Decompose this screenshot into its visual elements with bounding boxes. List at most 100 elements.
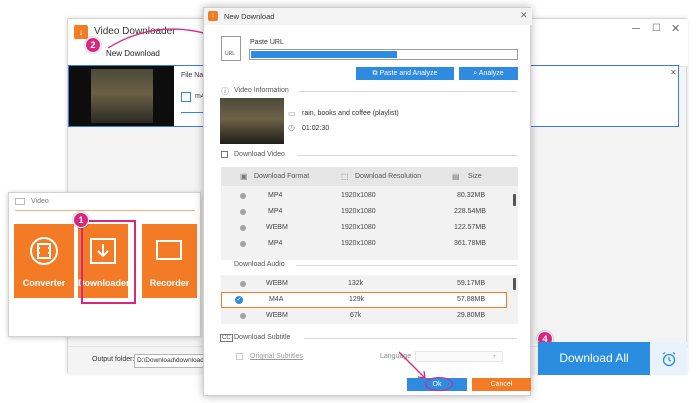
dialog-titlebar: ↓ New Download ✕ bbox=[204, 8, 532, 25]
file-type-icon bbox=[181, 92, 191, 102]
analyze-label: Analyze bbox=[478, 70, 504, 77]
row-bitrate: 129k bbox=[349, 296, 365, 303]
row-radio[interactable] bbox=[240, 193, 246, 199]
minimize-icon[interactable]: ─ bbox=[632, 23, 640, 35]
maximize-icon[interactable]: ☐ bbox=[652, 23, 661, 34]
format-header: Download Format bbox=[254, 173, 310, 180]
video-section-icon bbox=[15, 198, 25, 205]
audio-row[interactable]: WEBM 67k 29.80MB bbox=[221, 308, 511, 324]
cc-icon: CC bbox=[220, 334, 233, 342]
size-header: Size bbox=[468, 173, 482, 180]
row-format: WEBM bbox=[266, 312, 288, 319]
dialog-logo-icon: ↓ bbox=[208, 11, 218, 21]
screenshot-stage: ↓ Video Downloader ─ ☐ ✕ New Download Fi… bbox=[0, 0, 700, 403]
screen-record-icon bbox=[156, 240, 182, 260]
close-icon[interactable]: ✕ bbox=[671, 22, 680, 35]
url-input[interactable] bbox=[249, 49, 518, 60]
audio-row[interactable]: WEBM 132k 59.17MB bbox=[221, 276, 511, 292]
row-format: WEBM bbox=[266, 224, 288, 231]
audio-format-table: WEBM 132k 59.17MB ✓ M4A 129k 57.88MB WEB… bbox=[221, 275, 518, 324]
selected-check-icon[interactable]: ✓ bbox=[235, 296, 243, 304]
clock-icon: ◷ bbox=[288, 123, 295, 132]
app-logo-icon: ↓ bbox=[74, 25, 88, 39]
paste-analyze-label: Paste and Analyze bbox=[379, 70, 438, 77]
original-subtitles-label: Original Subtitles bbox=[250, 353, 303, 360]
new-download-dialog: ↓ New Download ✕ URL Paste URL ⧉ Paste a… bbox=[203, 7, 532, 396]
video-info-divider bbox=[299, 91, 517, 92]
row-size: 29.80MB bbox=[457, 312, 486, 319]
step-badge-1: 1 bbox=[73, 212, 89, 228]
download-video-icon bbox=[221, 151, 228, 158]
row-format: MP4 bbox=[268, 192, 283, 199]
url-icon-text: URL bbox=[225, 51, 236, 57]
row-format: M4A bbox=[269, 296, 284, 303]
cancel-button[interactable]: Cancel bbox=[472, 378, 531, 391]
arrow-to-ok bbox=[398, 351, 426, 379]
video-row[interactable]: MP4 1920x1080 361.78MB bbox=[221, 236, 511, 252]
row-size: 80.32MB bbox=[457, 192, 486, 199]
video-table-scrollbar[interactable] bbox=[513, 194, 516, 206]
video-row[interactable]: MP4 1920x1080 228.54MB bbox=[221, 204, 511, 220]
row-bitrate: 67k bbox=[350, 312, 362, 319]
remove-task-icon[interactable]: ✕ bbox=[670, 68, 677, 77]
converter-tile[interactable]: Converter bbox=[14, 224, 74, 298]
row-radio[interactable] bbox=[240, 209, 246, 215]
video-section-divider bbox=[15, 210, 195, 211]
video-section-label: Video bbox=[31, 198, 49, 205]
row-resolution: 1920x1080 bbox=[341, 192, 376, 199]
download-audio-heading: Download Audio bbox=[234, 261, 285, 268]
row-resolution: 1920x1080 bbox=[341, 208, 376, 215]
audio-row-selected[interactable]: ✓ M4A 129k 57.88MB bbox=[221, 292, 507, 308]
video-thumbnail bbox=[220, 98, 284, 144]
thumbnail-scene bbox=[91, 69, 153, 123]
paste-and-analyze-button[interactable]: ⧉ Paste and Analyze bbox=[356, 67, 454, 80]
original-subtitles-checkbox[interactable] bbox=[236, 353, 243, 360]
paste-url-label: Paste URL bbox=[250, 39, 284, 46]
row-size: 57.88MB bbox=[457, 296, 486, 303]
info-icon: ⓘ bbox=[221, 87, 229, 96]
downloader-highlight bbox=[81, 220, 136, 304]
chevron-down-icon: ▾ bbox=[493, 354, 497, 360]
row-size: 228.54MB bbox=[454, 208, 486, 215]
output-folder-label: Output folder: bbox=[92, 356, 135, 363]
dialog-close-icon[interactable]: ✕ bbox=[520, 10, 528, 21]
alarm-button[interactable] bbox=[650, 342, 687, 375]
download-subtitle-divider bbox=[304, 338, 517, 339]
recorder-tile[interactable]: Recorder bbox=[142, 224, 197, 298]
converter-label: Converter bbox=[22, 278, 66, 288]
video-row[interactable]: WEBM 1920x1080 122.57MB bbox=[221, 220, 511, 236]
video-title: rain, books and coffee (playlist) bbox=[302, 110, 399, 117]
row-format: MP4 bbox=[268, 208, 283, 215]
download-audio-divider bbox=[296, 265, 517, 266]
task-thumbnail bbox=[69, 66, 174, 126]
video-info-heading: Video Information bbox=[234, 87, 289, 94]
resolution-header: Download Resolution bbox=[355, 173, 422, 180]
format-header-icon: ▣ bbox=[240, 172, 248, 181]
row-bitrate: 132k bbox=[348, 280, 364, 287]
row-resolution: 1920x1080 bbox=[341, 224, 376, 231]
audio-table-scrollbar[interactable] bbox=[513, 278, 516, 290]
size-header-icon: ▤ bbox=[452, 172, 460, 181]
alarm-clock-icon bbox=[662, 351, 676, 367]
video-duration: 01:02:30 bbox=[302, 125, 330, 132]
row-format: WEBM bbox=[266, 280, 288, 287]
dialog-title: New Download bbox=[224, 12, 275, 21]
film-icon bbox=[30, 237, 58, 265]
row-radio[interactable] bbox=[240, 313, 246, 319]
row-size: 59.17MB bbox=[457, 280, 486, 287]
analyze-button[interactable]: ⌕ Analyze bbox=[459, 67, 518, 80]
url-selection-fill bbox=[251, 51, 397, 58]
video-file-icon: ▭ bbox=[288, 109, 296, 118]
download-all-button[interactable]: Download All bbox=[538, 342, 650, 375]
row-size: 361.78MB bbox=[454, 240, 486, 247]
video-row[interactable]: MP4 1920x1080 80.32MB bbox=[221, 188, 511, 204]
row-radio[interactable] bbox=[240, 225, 246, 231]
row-radio[interactable] bbox=[240, 241, 246, 247]
row-format: MP4 bbox=[268, 240, 283, 247]
download-video-divider bbox=[297, 155, 517, 156]
download-video-heading: Download Video bbox=[234, 151, 285, 158]
step-badge-2: 2 bbox=[85, 37, 101, 53]
url-file-icon: URL bbox=[221, 36, 241, 61]
row-radio[interactable] bbox=[240, 281, 246, 287]
row-size: 122.57MB bbox=[454, 224, 486, 231]
